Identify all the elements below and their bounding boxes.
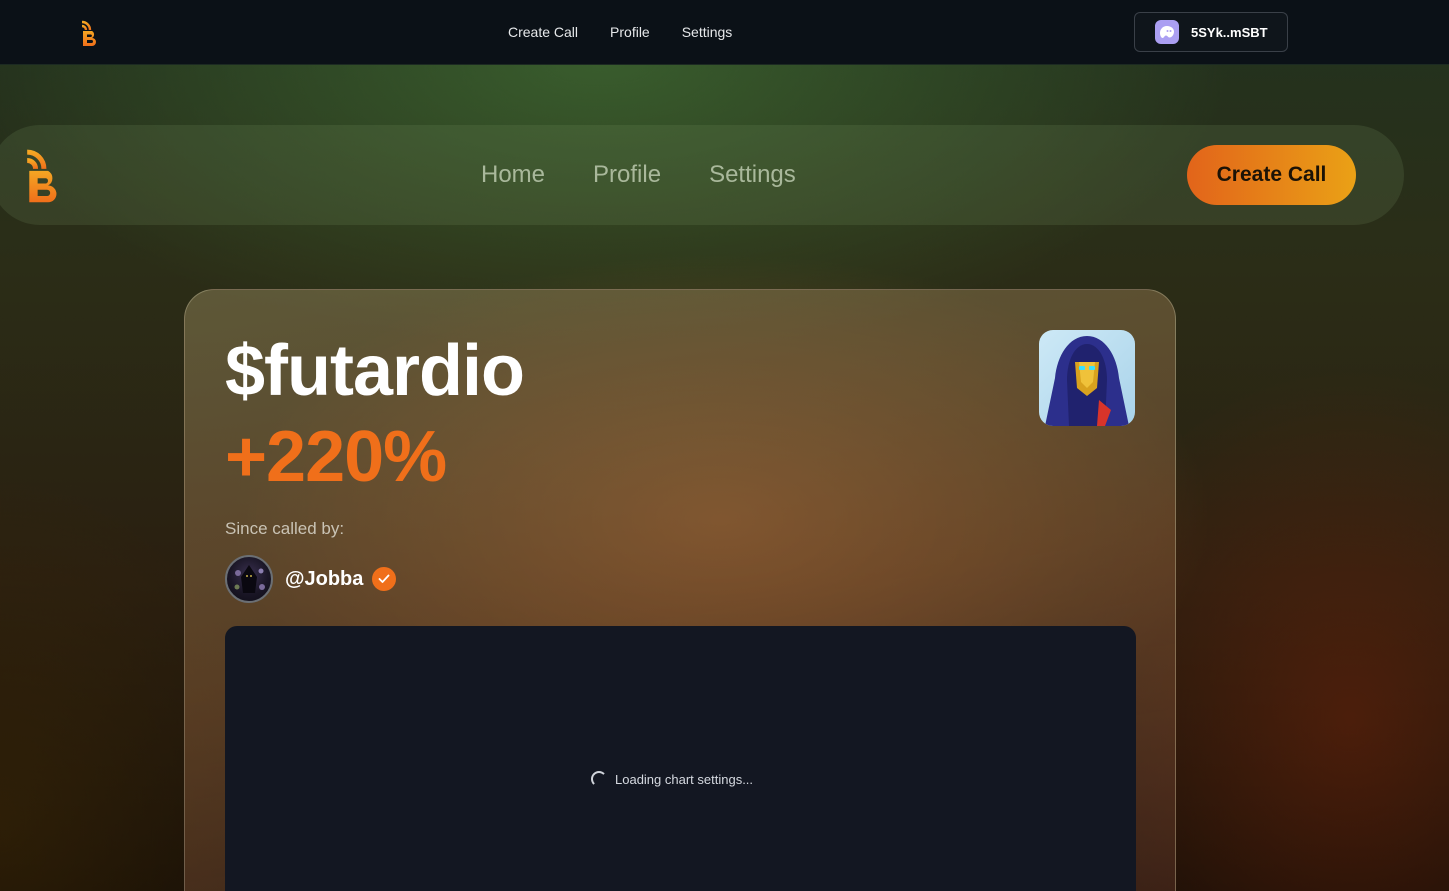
nav-settings[interactable]: Settings bbox=[709, 161, 796, 189]
call-card: $futardio +220% Since called by: @Jobba bbox=[184, 289, 1176, 891]
caller-info[interactable]: @Jobba bbox=[225, 555, 397, 603]
loading-spinner-icon bbox=[591, 771, 607, 787]
chart-loading: Loading chart settings... bbox=[591, 771, 753, 787]
secondary-navbar: Home Profile Settings Create Call bbox=[0, 125, 1404, 225]
brand-logo-icon[interactable] bbox=[23, 141, 69, 205]
price-change: +220% bbox=[225, 417, 447, 497]
top-nav-create-call[interactable]: Create Call bbox=[508, 24, 578, 40]
phantom-ghost-icon bbox=[1155, 20, 1179, 44]
wallet-button[interactable]: 5SYk..mSBT bbox=[1134, 12, 1288, 52]
top-nav: Create Call Profile Settings bbox=[508, 24, 732, 40]
create-call-button[interactable]: Create Call bbox=[1187, 145, 1356, 205]
secondary-nav: Home Profile Settings bbox=[481, 161, 796, 189]
wallet-address: 5SYk..mSBT bbox=[1191, 24, 1268, 40]
price-chart[interactable]: Loading chart settings... bbox=[225, 626, 1136, 891]
caller-handle[interactable]: @Jobba bbox=[285, 568, 363, 591]
brand-logo-icon[interactable] bbox=[80, 18, 102, 46]
top-nav-settings[interactable]: Settings bbox=[682, 24, 733, 40]
nav-home[interactable]: Home bbox=[481, 161, 545, 189]
nav-profile[interactable]: Profile bbox=[593, 161, 661, 189]
since-called-label: Since called by: bbox=[225, 519, 345, 538]
caller-avatar[interactable] bbox=[225, 555, 273, 603]
chart-loading-text: Loading chart settings... bbox=[615, 771, 754, 787]
verified-check-icon bbox=[372, 567, 397, 591]
top-navbar: Create Call Profile Settings 5SYk..mSBT bbox=[0, 0, 1449, 65]
token-ticker: $futardio bbox=[225, 331, 525, 411]
token-image bbox=[1039, 330, 1135, 426]
top-nav-profile[interactable]: Profile bbox=[610, 24, 650, 40]
